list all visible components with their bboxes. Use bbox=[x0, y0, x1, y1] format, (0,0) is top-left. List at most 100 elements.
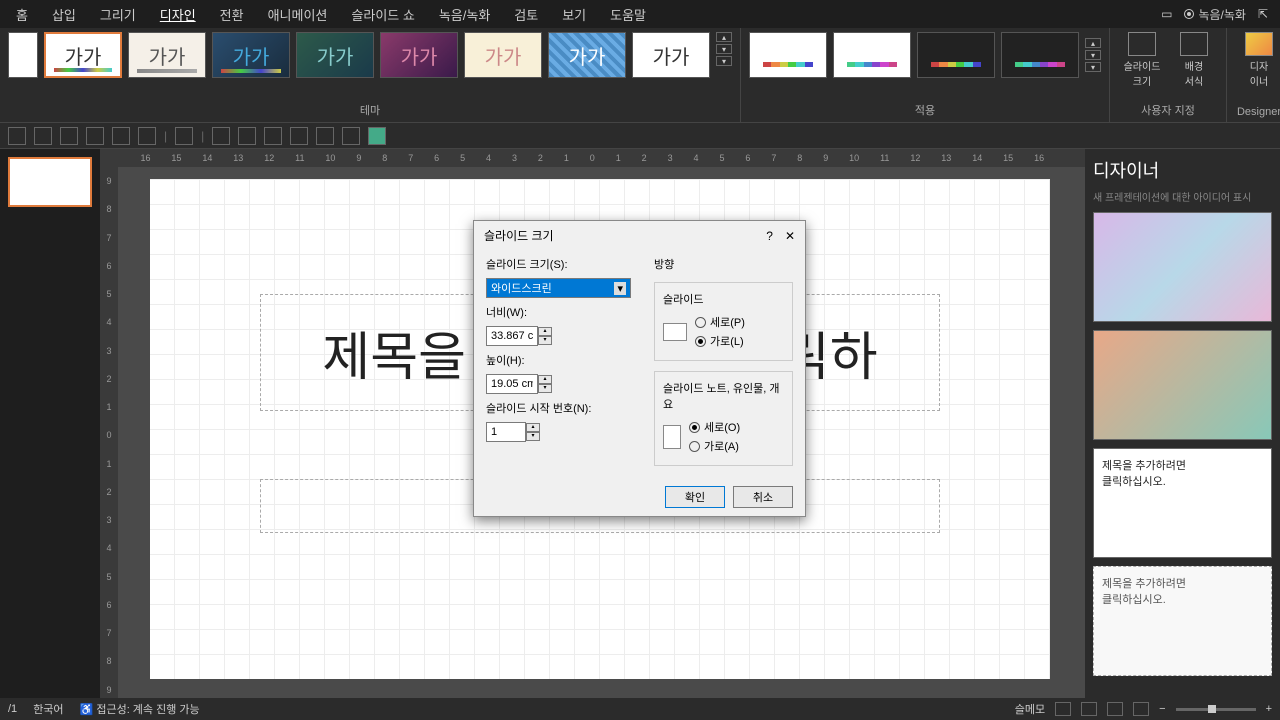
menu-view[interactable]: 보기 bbox=[550, 0, 598, 30]
chevron-down-icon: ▾ bbox=[614, 282, 626, 295]
menu-items: 홈 삽입 그리기 디자인 전환 애니메이션 슬라이드 쇼 녹음/녹화 검토 보기… bbox=[4, 0, 658, 30]
align-top-icon[interactable] bbox=[86, 127, 104, 145]
portrait-p-radio[interactable]: 세로(P) bbox=[695, 314, 745, 330]
shape-icon[interactable] bbox=[264, 127, 282, 145]
variant-4[interactable] bbox=[1001, 32, 1079, 78]
crop-icon[interactable] bbox=[290, 127, 308, 145]
circle2-icon[interactable] bbox=[342, 127, 360, 145]
designer-group-label: Designer bbox=[1235, 106, 1280, 118]
height-input[interactable] bbox=[486, 374, 538, 394]
custom-section: 슬라이드 크기 배경 서식 사용자 지정 bbox=[1110, 28, 1227, 122]
theme-1[interactable]: 가가 bbox=[44, 32, 122, 78]
theme-4[interactable]: 가가 bbox=[296, 32, 374, 78]
ok-button[interactable]: 확인 bbox=[665, 486, 725, 508]
apply-gallery: ▴▾▾ bbox=[749, 32, 1101, 78]
variant-3[interactable] bbox=[917, 32, 995, 78]
zoom-in-icon[interactable]: + bbox=[1266, 703, 1272, 715]
designer-icon bbox=[1245, 32, 1273, 56]
memo-button[interactable]: 슬메모 bbox=[1015, 701, 1045, 717]
align-bottom-icon[interactable] bbox=[138, 127, 156, 145]
designer-button[interactable]: 디자 이너 bbox=[1235, 32, 1280, 88]
menu-home[interactable]: 홈 bbox=[4, 0, 40, 30]
theme-5[interactable]: 가가 bbox=[380, 32, 458, 78]
designer-pane: 디자이너 새 프레젠테이션에 대한 아이디어 표시 제목을 추가하려면 클릭하십… bbox=[1085, 149, 1280, 704]
align-right-icon[interactable] bbox=[60, 127, 78, 145]
menu-transition[interactable]: 전환 bbox=[208, 0, 256, 30]
cancel-button[interactable]: 취소 bbox=[733, 486, 793, 508]
variant-more[interactable]: ▴▾▾ bbox=[1085, 32, 1101, 78]
start-num-spinner[interactable]: ▴▾ bbox=[526, 423, 540, 441]
width-input[interactable] bbox=[486, 326, 538, 346]
theme-2[interactable]: 가가 bbox=[128, 32, 206, 78]
zoom-out-icon[interactable]: − bbox=[1159, 703, 1165, 715]
designer-pane-subtitle: 새 프레젠테이션에 대한 아이디어 표시 bbox=[1093, 189, 1272, 204]
dialog-help-icon[interactable]: ? bbox=[766, 229, 773, 243]
slide-orientation-group: 슬라이드 세로(P) 가로(L) bbox=[654, 282, 793, 361]
height-label: 높이(H): bbox=[486, 352, 636, 368]
variant-1[interactable] bbox=[749, 32, 827, 78]
size-select[interactable]: 와이드스크린 ▾ bbox=[486, 278, 631, 298]
landscape-l-radio[interactable]: 가로(L) bbox=[695, 333, 745, 349]
design-suggestion-2[interactable] bbox=[1093, 330, 1272, 440]
rotate-icon[interactable] bbox=[175, 127, 193, 145]
ungroup-icon[interactable] bbox=[238, 127, 256, 145]
sorter-view-icon[interactable] bbox=[1081, 702, 1097, 716]
design-suggestion-1[interactable] bbox=[1093, 212, 1272, 322]
designer-section: 디자 이너 Designer bbox=[1227, 28, 1280, 122]
slideshow-view-icon[interactable] bbox=[1133, 702, 1149, 716]
slide-thumbnail-1[interactable] bbox=[8, 157, 92, 207]
align-left-icon[interactable] bbox=[8, 127, 26, 145]
comment-icon[interactable]: ▭ bbox=[1161, 7, 1172, 21]
circle-icon[interactable] bbox=[316, 127, 334, 145]
normal-view-icon[interactable] bbox=[1055, 702, 1071, 716]
ribbon: 가가 가가 가가 가가 가가 가가 가가 가가 ▴▾▾ 테마 ▴▾▾ 적용 슬라… bbox=[0, 28, 1280, 123]
share-icon[interactable]: ⇱ bbox=[1258, 7, 1268, 21]
landscape-a-radio[interactable]: 가로(A) bbox=[689, 438, 740, 454]
width-label: 너비(W): bbox=[486, 304, 636, 320]
statusbar: /1 한국어 ♿ 접근성: 계속 진행 가능 슬메모 − + bbox=[0, 698, 1280, 720]
variant-2[interactable] bbox=[833, 32, 911, 78]
menu-help[interactable]: 도움말 bbox=[598, 0, 658, 30]
accessibility-status[interactable]: ♿ 접근성: 계속 진행 가능 bbox=[80, 701, 200, 717]
theme-more[interactable]: ▴▾▾ bbox=[716, 32, 732, 66]
start-num-label: 슬라이드 시작 번호(N): bbox=[486, 400, 636, 416]
design-suggestion-4[interactable]: 제목을 추가하려면 클릭하십시오. bbox=[1093, 566, 1272, 676]
alignment-toolbar: | | bbox=[0, 123, 1280, 149]
dialog-title: 슬라이드 크기 bbox=[484, 227, 554, 244]
menu-design[interactable]: 디자인 bbox=[148, 0, 208, 30]
theme-7[interactable]: 가가 bbox=[548, 32, 626, 78]
theme-edge[interactable] bbox=[8, 32, 38, 78]
theme-8[interactable]: 가가 bbox=[632, 32, 710, 78]
dialog-right-column: 방향 슬라이드 세로(P) 가로(L) 슬라이드 노트, 유인물, 개요 세로(… bbox=[654, 256, 793, 466]
notes-group-label: 슬라이드 노트, 유인물, 개요 bbox=[663, 380, 784, 412]
language-indicator[interactable]: 한국어 bbox=[33, 701, 63, 717]
bg-format-button[interactable]: 배경 서식 bbox=[1170, 32, 1218, 88]
menu-draw[interactable]: 그리기 bbox=[88, 0, 148, 30]
start-num-input[interactable] bbox=[486, 422, 526, 442]
size-label: 슬라이드 크기(S): bbox=[486, 256, 636, 272]
slide-size-button[interactable]: 슬라이드 크기 bbox=[1118, 32, 1166, 88]
zoom-slider[interactable] bbox=[1176, 708, 1256, 711]
record-indicator[interactable]: 녹음/녹화 bbox=[1184, 6, 1246, 23]
menu-review[interactable]: 검토 bbox=[502, 0, 550, 30]
width-spinner[interactable]: ▴▾ bbox=[538, 327, 552, 345]
theme-6[interactable]: 가가 bbox=[464, 32, 542, 78]
height-spinner[interactable]: ▴▾ bbox=[538, 375, 552, 393]
design-suggestion-3[interactable]: 제목을 추가하려면 클릭하십시오. bbox=[1093, 448, 1272, 558]
theme-3[interactable]: 가가 bbox=[212, 32, 290, 78]
dialog-left-column: 슬라이드 크기(S): 와이드스크린 ▾ 너비(W): ▴▾ 높이(H): ▴▾… bbox=[486, 256, 636, 466]
group-icon[interactable] bbox=[212, 127, 230, 145]
record-label: 녹음/녹화 bbox=[1198, 6, 1246, 23]
status-right: 슬메모 − + bbox=[1015, 701, 1272, 717]
themes-gallery: 가가 가가 가가 가가 가가 가가 가가 가가 ▴▾▾ bbox=[8, 32, 732, 78]
align-center-icon[interactable] bbox=[34, 127, 52, 145]
menu-slideshow[interactable]: 슬라이드 쇼 bbox=[339, 0, 426, 30]
reading-view-icon[interactable] bbox=[1107, 702, 1123, 716]
align-middle-icon[interactable] bbox=[112, 127, 130, 145]
menu-animation[interactable]: 애니메이션 bbox=[256, 0, 340, 30]
menu-insert[interactable]: 삽입 bbox=[40, 0, 88, 30]
menu-record[interactable]: 녹음/녹화 bbox=[427, 0, 502, 30]
portrait-o-radio[interactable]: 세로(O) bbox=[689, 419, 740, 435]
fill-icon[interactable] bbox=[368, 127, 386, 145]
dialog-close-icon[interactable]: ✕ bbox=[785, 229, 795, 243]
